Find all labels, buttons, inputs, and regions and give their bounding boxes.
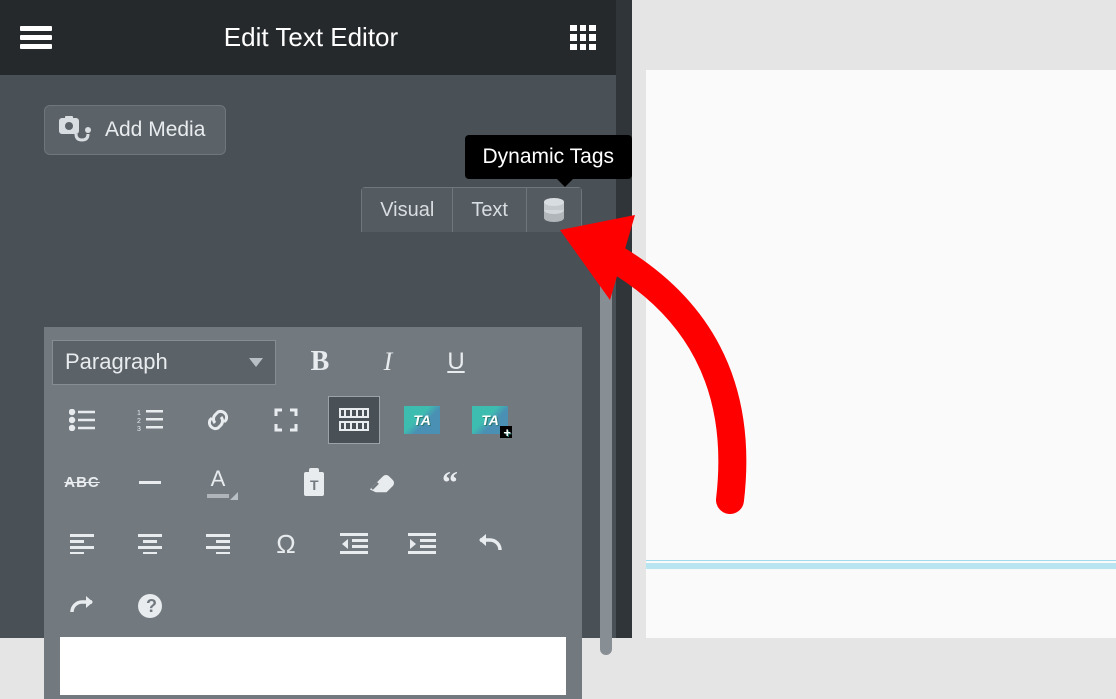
editor-content-area[interactable] bbox=[60, 637, 566, 695]
horizontal-rule-button[interactable] bbox=[124, 458, 176, 506]
align-center-icon bbox=[138, 534, 162, 554]
dynamic-tags-tooltip: Dynamic Tags bbox=[465, 135, 633, 179]
help-button[interactable]: ? bbox=[124, 582, 176, 630]
editor-panel: Edit Text Editor Dynamic Tags Add Media … bbox=[0, 0, 616, 638]
panel-content: Dynamic Tags Add Media Visual Text Parag… bbox=[0, 75, 616, 699]
bold-button[interactable]: B bbox=[294, 338, 346, 386]
color-bar-icon bbox=[207, 494, 229, 498]
undo-button[interactable] bbox=[464, 520, 516, 568]
redo-icon bbox=[68, 596, 96, 616]
indent-icon bbox=[408, 533, 436, 555]
svg-text:3: 3 bbox=[137, 426, 141, 431]
help-icon: ? bbox=[137, 593, 163, 619]
svg-text:?: ? bbox=[146, 596, 157, 616]
kitchen-sink-icon bbox=[339, 408, 369, 432]
italic-button[interactable]: I bbox=[362, 338, 414, 386]
svg-text:2: 2 bbox=[137, 418, 141, 425]
tab-visual[interactable]: Visual bbox=[362, 188, 453, 232]
eraser-icon bbox=[368, 471, 396, 493]
color-picker-chevron-icon bbox=[230, 492, 238, 500]
fullscreen-icon bbox=[274, 408, 298, 432]
special-char-button[interactable]: Ω bbox=[260, 520, 312, 568]
underline-button[interactable]: U bbox=[430, 338, 482, 386]
svg-text:T: T bbox=[310, 477, 319, 493]
add-template-button[interactable]: TA bbox=[464, 396, 516, 444]
omega-icon: Ω bbox=[276, 529, 295, 560]
text-color-a: A bbox=[211, 466, 226, 492]
toolbar-row-4: Ω bbox=[52, 513, 574, 575]
toolbar-row-3: ABC A T “ bbox=[52, 451, 574, 513]
apps-icon[interactable] bbox=[570, 25, 596, 51]
chevron-down-icon bbox=[249, 358, 263, 367]
strikethrough-button[interactable]: ABC bbox=[56, 458, 108, 506]
panel-title: Edit Text Editor bbox=[52, 22, 570, 53]
add-media-button[interactable]: Add Media bbox=[44, 105, 226, 155]
redo-button[interactable] bbox=[56, 582, 108, 630]
format-select[interactable]: Paragraph bbox=[52, 340, 276, 385]
outdent-button[interactable] bbox=[328, 520, 380, 568]
align-center-button[interactable] bbox=[124, 520, 176, 568]
tab-text[interactable]: Text bbox=[453, 188, 527, 232]
fullscreen-button[interactable] bbox=[260, 396, 312, 444]
menu-icon[interactable] bbox=[20, 22, 52, 53]
database-icon bbox=[543, 198, 565, 222]
media-icon bbox=[59, 116, 93, 144]
numbered-list-button[interactable]: 123 bbox=[124, 396, 176, 444]
link-button[interactable] bbox=[192, 396, 244, 444]
align-left-icon bbox=[70, 534, 94, 554]
color-picker-spacer bbox=[260, 458, 280, 506]
text-color-button[interactable]: A bbox=[192, 458, 244, 506]
editor-tabs: Visual Text bbox=[361, 187, 582, 232]
clear-formatting-button[interactable] bbox=[356, 458, 408, 506]
bullet-list-icon bbox=[69, 409, 95, 431]
toolbar-row-2: 123 TA TA bbox=[52, 389, 574, 451]
align-left-button[interactable] bbox=[56, 520, 108, 568]
panel-header: Edit Text Editor bbox=[0, 0, 616, 75]
undo-icon bbox=[476, 534, 504, 554]
numbered-list-icon: 123 bbox=[137, 409, 163, 431]
format-selected: Paragraph bbox=[65, 349, 168, 375]
preview-canvas bbox=[616, 0, 1116, 638]
ta-icon: TA bbox=[404, 406, 440, 434]
toolbar-row-5: ? bbox=[52, 575, 574, 637]
blockquote-button[interactable]: “ bbox=[424, 458, 476, 506]
ta-plus-icon: TA bbox=[472, 406, 508, 434]
canvas-content[interactable] bbox=[646, 70, 1116, 638]
link-icon bbox=[205, 407, 231, 433]
hr-icon bbox=[139, 481, 161, 484]
toolbar-toggle-button[interactable] bbox=[328, 396, 380, 444]
section-highlight bbox=[646, 563, 1116, 569]
svg-text:1: 1 bbox=[137, 410, 141, 417]
paste-text-button[interactable]: T bbox=[288, 458, 340, 506]
canvas-gutter bbox=[616, 0, 632, 638]
panel-scrollbar[interactable] bbox=[600, 245, 612, 655]
toolbar-row-1: Paragraph B I U bbox=[52, 327, 574, 389]
tab-dynamic-tags[interactable] bbox=[527, 188, 581, 232]
clipboard-icon: T bbox=[302, 468, 326, 496]
section-divider bbox=[646, 560, 1116, 561]
outdent-icon bbox=[340, 533, 368, 555]
indent-button[interactable] bbox=[396, 520, 448, 568]
insert-template-button[interactable]: TA bbox=[396, 396, 448, 444]
bullet-list-button[interactable] bbox=[56, 396, 108, 444]
add-media-label: Add Media bbox=[105, 118, 205, 142]
tinymce-toolbar: Paragraph B I U 123 bbox=[44, 327, 582, 699]
quote-icon: “ bbox=[442, 464, 458, 501]
align-right-button[interactable] bbox=[192, 520, 244, 568]
align-right-icon bbox=[206, 534, 230, 554]
